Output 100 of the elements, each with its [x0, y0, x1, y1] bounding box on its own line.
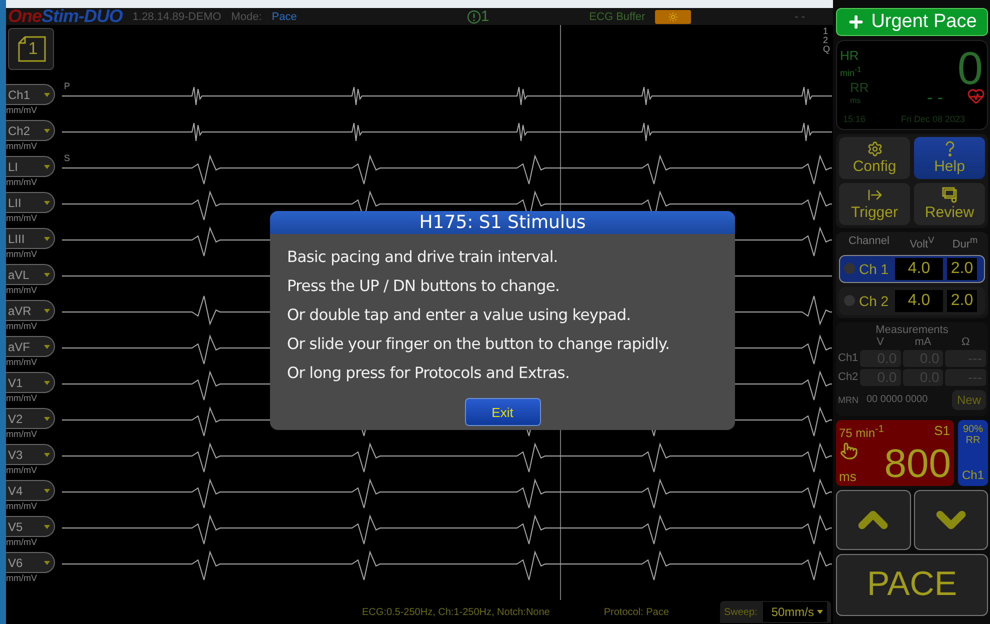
hand-icon [840, 442, 858, 460]
help-text: Press the UP / DN buttons to change. [287, 276, 560, 297]
hr-unit: min$^{-1}$ [840, 65, 862, 78]
caret-icon [44, 308, 50, 312]
lead-selector[interactable]: V4 [6, 480, 55, 501]
channel-text: Ch1 [962, 468, 984, 482]
tool-button[interactable]: Trigger [839, 183, 910, 225]
percent-text: 90% [962, 424, 983, 435]
alert-count: 1 [480, 8, 490, 25]
lead-selector[interactable]: aVR [6, 300, 55, 321]
new-button[interactable]: New [952, 390, 986, 410]
hr-value: 0 [957, 45, 983, 91]
interval-value: 800 [884, 444, 951, 484]
channel-indicator [844, 263, 855, 274]
channel-row[interactable]: Ch 1 4.0 2.0 [839, 254, 985, 283]
scale-unit: mm/mV [6, 573, 38, 584]
measurement-value: --- [945, 368, 986, 386]
dialog-title: H175: S1 Stimulus [270, 211, 735, 234]
scale-unit: mm/mV [6, 213, 38, 224]
lead-selector[interactable]: V3 [6, 444, 55, 465]
rr-card[interactable]: 90% RR Ch1 [958, 420, 988, 486]
plus-icon [847, 13, 866, 31]
tool-label: Config [852, 158, 896, 176]
channel-row[interactable]: Ch 2 4.0 2.0 [839, 286, 985, 315]
help-text: Or long press for Protocols and Extras. [287, 363, 570, 384]
lead-selector[interactable]: Ch1 [6, 84, 55, 105]
measurement-value: --- [945, 350, 986, 367]
sweep-dropdown[interactable]: 50mm/s [763, 602, 827, 622]
lead-selector[interactable]: aVF [6, 336, 55, 357]
mode-value: Pace [272, 10, 297, 22]
lead-selector[interactable]: V1 [6, 372, 55, 393]
stimulus-name: S1 [934, 424, 950, 437]
page-button[interactable]: 1 [8, 28, 54, 70]
urgent-pace-button[interactable]: Urgent Pace [836, 8, 988, 36]
scale-label: 2 [822, 36, 829, 45]
unit-text: ms [839, 470, 856, 483]
rate-text: 75 min$^{-1}$ [839, 424, 884, 440]
lead-selector[interactable]: LI [6, 156, 55, 177]
status-text: - - [794, 10, 805, 22]
buffer-label: ECG Buffer [589, 10, 646, 22]
tool-label: Help [934, 158, 965, 176]
mrn-label: MRN [838, 394, 858, 405]
channel-name: Ch 2 [859, 292, 890, 309]
lead-selector[interactable]: Ch2 [6, 120, 55, 141]
caret-icon [44, 380, 50, 384]
lead-marker: P [64, 81, 70, 91]
scale-unit: mm/mV [6, 393, 38, 404]
tool-label: Review [924, 204, 974, 222]
stimulus-card[interactable]: 75 min$^{-1}$ S1 ms 800 [836, 420, 954, 486]
scale-unit: mm/mV [6, 285, 38, 296]
tool-button[interactable]: Config [839, 137, 910, 179]
caret-icon [44, 488, 50, 492]
lead-selector[interactable]: LII [6, 192, 55, 213]
up-button[interactable] [836, 490, 910, 550]
exit-button[interactable]: Exit [464, 398, 540, 426]
column-header: mA [914, 336, 932, 348]
measurements-title: Measurements [874, 324, 950, 336]
lead-selector[interactable]: V6 [6, 552, 55, 573]
column-header: Volt$^{V}$ [908, 235, 936, 251]
row-label: Ch1 [838, 352, 858, 364]
tool-label: Trigger [851, 204, 898, 222]
duration-value[interactable]: 2.0 [947, 258, 977, 280]
lead-selector[interactable]: V2 [6, 408, 55, 429]
mrn-value: 00 0000 0000 [866, 394, 928, 406]
rr-label: RR [850, 81, 869, 94]
voltage-value[interactable]: 4.0 [895, 258, 943, 280]
help-text: Basic pacing and drive train interval. [287, 247, 559, 268]
spinner-icon [668, 12, 678, 22]
lead-selector[interactable]: aVL [6, 264, 55, 285]
down-button[interactable] [914, 490, 988, 550]
sweep-label: Sweep: [724, 606, 758, 618]
mode-label: Mode: [231, 10, 262, 22]
row-label: Ch2 [838, 371, 858, 384]
page-icon [18, 36, 46, 62]
scale-unit: mm/mV [6, 321, 38, 332]
pace-button[interactable]: PACE [836, 554, 988, 616]
lead-selector[interactable]: LIII [6, 228, 55, 249]
lead-selector[interactable]: V5 [6, 516, 55, 537]
channel-name: Ch 1 [859, 260, 890, 277]
help-text: Or double tap and enter a value using keypad. [287, 305, 632, 326]
scale-unit: mm/mV [6, 357, 38, 368]
caret-icon [44, 128, 50, 132]
arrow-icon [866, 187, 882, 203]
filter-status: ECG:0.5-250Hz, Ch:1-250Hz, Notch:None [362, 606, 550, 618]
caret-icon [817, 610, 823, 614]
duration-value[interactable]: 2.0 [947, 290, 977, 312]
caret-icon [44, 344, 50, 348]
caret-icon [44, 560, 50, 564]
caret-icon [44, 452, 50, 456]
tool-button[interactable]: Help [914, 137, 985, 179]
tool-button[interactable]: Review [914, 183, 985, 225]
question-icon [944, 141, 954, 157]
column-header: V [876, 336, 885, 348]
voltage-value[interactable]: 4.0 [895, 290, 943, 312]
rr-text: RR [966, 434, 980, 446]
column-header: Channel [848, 235, 890, 249]
caret-icon [44, 236, 50, 240]
column-header: Ω [960, 336, 971, 348]
scale-unit: mm/mV [6, 141, 38, 152]
hr-label: HR [840, 49, 859, 62]
